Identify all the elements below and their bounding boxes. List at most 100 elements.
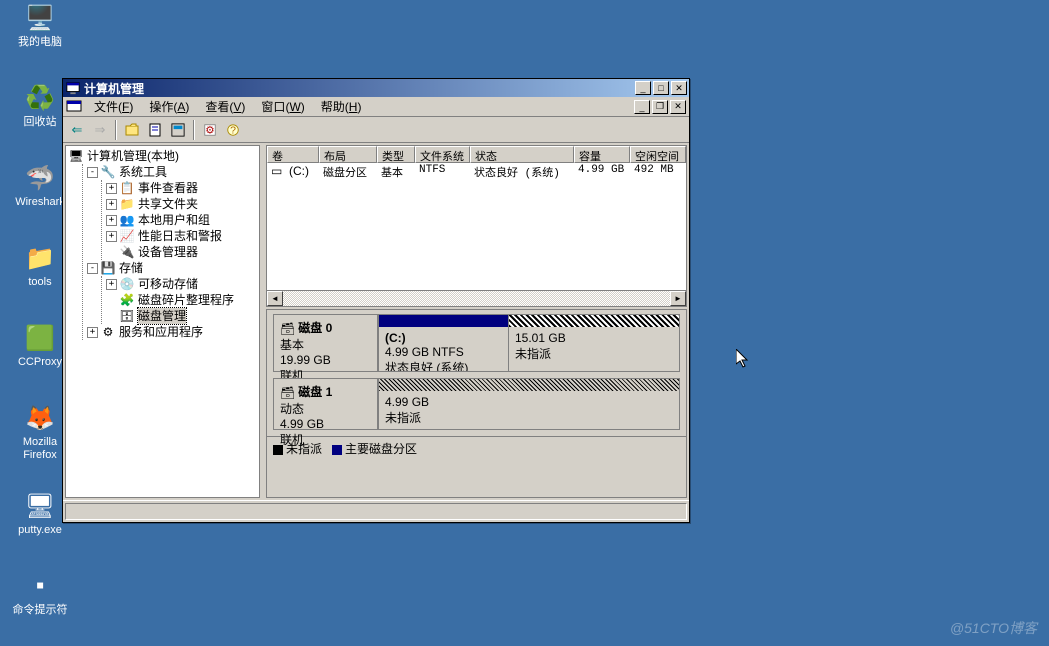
perf-icon: 📈	[119, 228, 135, 244]
col-capacity[interactable]: 容量	[574, 146, 630, 163]
partition-unallocated-1[interactable]: 4.99 GB 未指派	[378, 379, 679, 429]
tree-system-tools[interactable]: -🔧系统工具	[87, 164, 257, 180]
icon-label: putty.exe	[10, 524, 70, 537]
desktop-icon-cmd[interactable]: ▪ 命令提示符	[10, 570, 70, 617]
disk-1-row: 🗃 磁盘 1 动态 4.99 GB 联机 4.99 GB 未指派	[273, 378, 680, 430]
separator	[193, 120, 195, 140]
disk-0-label[interactable]: 🗃 磁盘 0 基本 19.99 GB 联机	[273, 314, 378, 372]
refresh-button[interactable]	[167, 119, 189, 141]
tree-root[interactable]: 🖥 计算机管理(本地)	[68, 148, 257, 164]
menu-window[interactable]: 窗口(W)	[253, 96, 312, 117]
menu-action[interactable]: 操作(A)	[141, 96, 197, 117]
defrag-icon: 🧩	[119, 292, 135, 308]
menu-file[interactable]: 文件(F)	[86, 96, 141, 117]
menu-help[interactable]: 帮助(H)	[313, 96, 370, 117]
col-fs[interactable]: 文件系统	[415, 146, 470, 163]
desktop-icon-putty[interactable]: 🖥putty.exe	[10, 490, 70, 537]
partition-unallocated-0[interactable]: 15.01 GB 未指派	[508, 315, 679, 371]
tree-defrag[interactable]: 🧩磁盘碎片整理程序	[106, 292, 257, 308]
partition-c[interactable]: (C:) 4.99 GB NTFS 状态良好 (系统)	[378, 315, 508, 371]
disk-0-row: 🗃 磁盘 0 基本 19.99 GB 联机 (C:) 4.99 GB NTFS	[273, 314, 680, 372]
tree-disk-management[interactable]: 🗄磁盘管理	[106, 308, 257, 324]
mdi-minimize-button[interactable]: _	[634, 100, 650, 114]
tree-pane[interactable]: 🖥 计算机管理(本地) -🔧系统工具 +📋事件查看器 +📁共享文件夹 +👥本地用…	[65, 145, 260, 498]
tree-removable[interactable]: +💿可移动存储	[106, 276, 257, 292]
volume-row[interactable]: ▭ (C:) 磁盘分区 基本 NTFS 状态良好 (系统) 4.99 GB 49…	[267, 163, 686, 181]
help-button[interactable]: ?	[222, 119, 244, 141]
disk-icon: 🗃	[280, 322, 295, 336]
col-type[interactable]: 类型	[377, 146, 415, 163]
separator	[115, 120, 117, 140]
storage-icon: 💾	[100, 260, 116, 276]
desktop-icon-tools[interactable]: 📁tools	[10, 242, 70, 289]
properties-button[interactable]	[144, 119, 166, 141]
ccproxy-icon: 🟩	[24, 322, 56, 354]
svg-text:?: ?	[230, 124, 236, 136]
col-free[interactable]: 空闲空间	[630, 146, 686, 163]
disk-icon: 🗃	[280, 386, 295, 400]
my-computer-icon: 🖥️	[24, 2, 56, 34]
desktop-icon-my-computer[interactable]: 🖥️ 我的电脑	[10, 2, 70, 49]
up-button[interactable]	[121, 119, 143, 141]
icon-label: 命令提示符	[10, 604, 70, 617]
col-volume[interactable]: 卷	[267, 146, 319, 163]
disk-1-label[interactable]: 🗃 磁盘 1 动态 4.99 GB 联机	[273, 378, 378, 430]
desktop-icon-wireshark[interactable]: 🦈 Wireshark	[10, 162, 70, 209]
tools-icon: 📁	[24, 242, 56, 274]
cursor-icon	[736, 349, 752, 371]
tree-event-viewer[interactable]: +📋事件查看器	[106, 180, 257, 196]
svg-text:⚙: ⚙	[205, 124, 214, 136]
device-icon: 🔌	[119, 244, 135, 260]
back-button[interactable]: ⇐	[66, 119, 88, 141]
icon-label: Wireshark	[10, 196, 70, 209]
col-layout[interactable]: 布局	[319, 146, 377, 163]
titlebar[interactable]: 计算机管理 _ □ ✕	[63, 79, 689, 97]
menubar: 文件(F) 操作(A) 查看(V) 窗口(W) 帮助(H) _ ❐ ✕	[63, 97, 689, 117]
tree-services[interactable]: +⚙服务和应用程序	[87, 324, 257, 340]
icon-label: 我的电脑	[10, 36, 70, 49]
cmd-icon: ▪	[24, 570, 56, 602]
volume-header: 卷 布局 类型 文件系统 状态 容量 空闲空间	[267, 146, 686, 163]
tree-perf-logs[interactable]: +📈性能日志和警报	[106, 228, 257, 244]
legend-swatch-unalloc	[273, 445, 283, 455]
wireshark-icon: 🦈	[24, 162, 56, 194]
disk-map: 🗃 磁盘 0 基本 19.99 GB 联机 (C:) 4.99 GB NTFS	[266, 309, 687, 498]
volume-list[interactable]: 卷 布局 类型 文件系统 状态 容量 空闲空间 ▭ (C:) 磁盘分区 基本 N…	[266, 145, 687, 307]
tree-storage[interactable]: -💾存储	[87, 260, 257, 276]
share-icon: 📁	[119, 196, 135, 212]
desktop-icon-ccproxy[interactable]: 🟩 CCProxy	[10, 322, 70, 369]
forward-button[interactable]: ⇒	[89, 119, 111, 141]
computer-icon: 🖥	[68, 148, 84, 164]
mdi-restore-button[interactable]: ❐	[652, 100, 668, 114]
scroll-left-button[interactable]: ◄	[267, 291, 283, 306]
icon-label: Mozilla Firefox	[10, 436, 70, 462]
legend: 未指派 主要磁盘分区	[267, 436, 686, 460]
mdi-close-button[interactable]: ✕	[670, 100, 686, 114]
services-icon: ⚙	[100, 324, 116, 340]
close-button[interactable]: ✕	[671, 81, 687, 95]
col-status[interactable]: 状态	[470, 146, 574, 163]
disk-icon: ▭	[271, 164, 282, 178]
app-icon	[65, 80, 81, 96]
computer-management-window: 计算机管理 _ □ ✕ 文件(F) 操作(A) 查看(V) 窗口(W) 帮助(H…	[62, 78, 690, 523]
removable-icon: 💿	[119, 276, 135, 292]
h-scrollbar[interactable]: ◄ ►	[267, 290, 686, 306]
tree-device-manager[interactable]: 🔌设备管理器	[106, 244, 257, 260]
icon-label: CCProxy	[10, 356, 70, 369]
minimize-button[interactable]: _	[635, 81, 651, 95]
tools-icon: 🔧	[100, 164, 116, 180]
tree-local-users[interactable]: +👥本地用户和组	[106, 212, 257, 228]
menu-view[interactable]: 查看(V)	[197, 96, 253, 117]
recycle-bin-icon: ♻️	[24, 82, 56, 114]
watermark: @51CTO博客	[950, 618, 1037, 638]
desktop-icon-firefox[interactable]: 🦊Mozilla Firefox	[10, 402, 70, 462]
settings-button[interactable]: ⚙	[199, 119, 221, 141]
scroll-right-button[interactable]: ►	[670, 291, 686, 306]
desktop-icon-recycle-bin[interactable]: ♻️回收站	[10, 82, 70, 129]
legend-swatch-primary	[332, 445, 342, 455]
tree-shared-folders[interactable]: +📁共享文件夹	[106, 196, 257, 212]
event-icon: 📋	[119, 180, 135, 196]
mmc-icon	[66, 99, 82, 115]
scroll-track[interactable]	[283, 291, 670, 306]
maximize-button[interactable]: □	[653, 81, 669, 95]
